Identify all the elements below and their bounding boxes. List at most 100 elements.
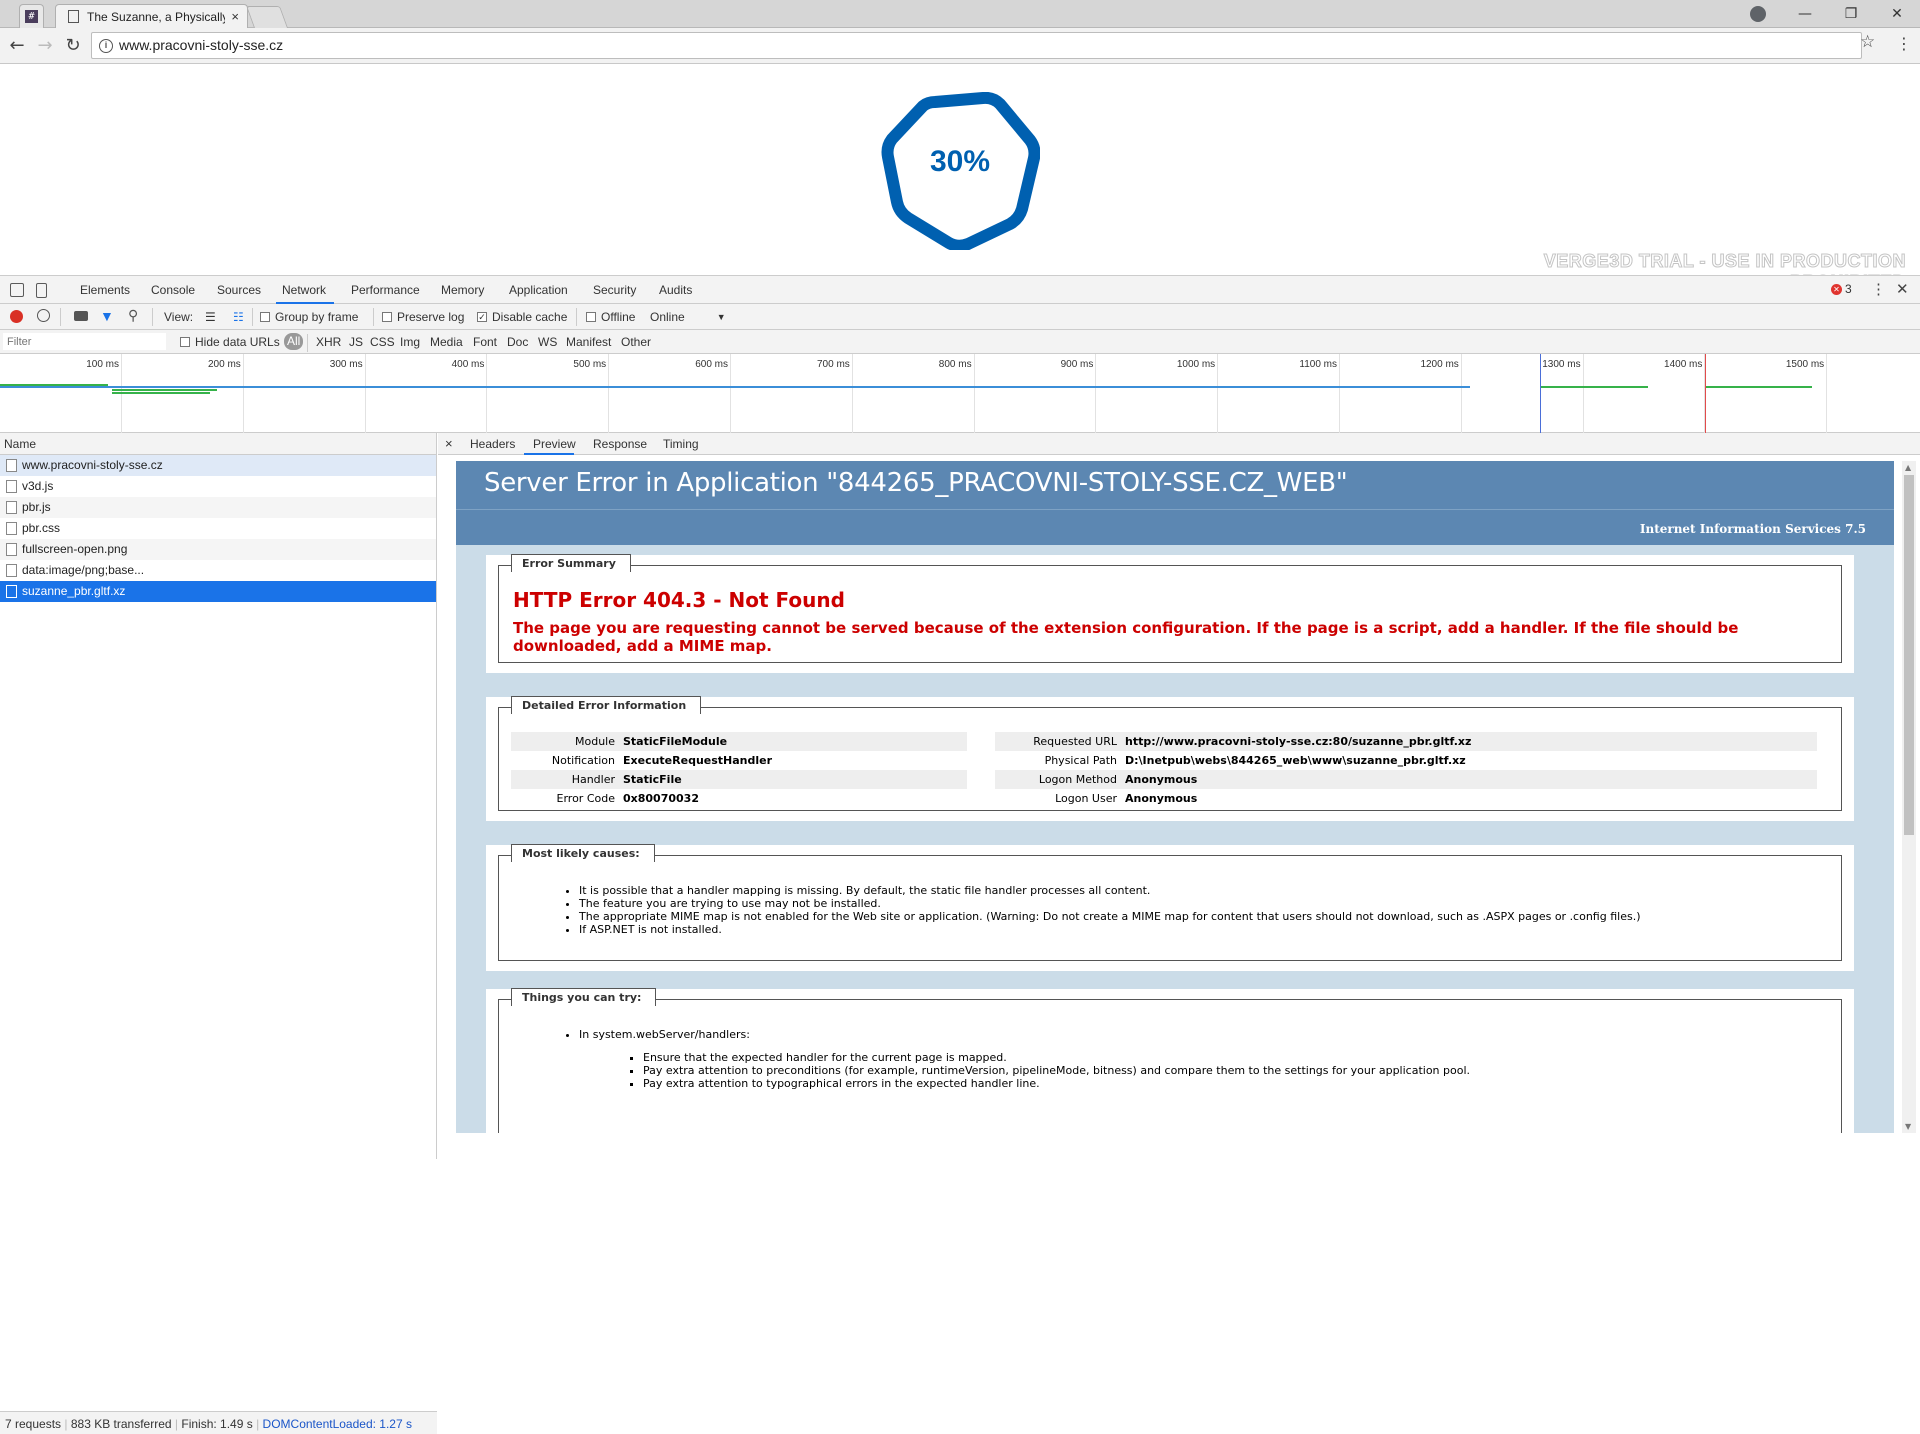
forward-icon[interactable]: →	[34, 35, 56, 57]
timeline-tick-label: 900 ms	[1060, 359, 1094, 370]
filter-img[interactable]: Img	[400, 335, 420, 349]
preserve-log-checkbox[interactable]: Preserve log	[382, 310, 464, 324]
info-row: Physical Path D:\Inetpub\webs\844265_web\…	[995, 751, 1817, 770]
list-view-icon[interactable]: ☰	[205, 310, 216, 324]
record-button[interactable]	[10, 310, 23, 323]
filter-input[interactable]	[3, 333, 166, 350]
request-row[interactable]: fullscreen-open.png	[0, 539, 436, 560]
scroll-thumb[interactable]	[1904, 475, 1914, 835]
chrome-menu-icon[interactable]: ⋮	[1896, 34, 1912, 53]
tab-memory[interactable]: Memory	[441, 283, 484, 297]
network-toolbar: ▼ ⚲ View: ☰ ☷ Group by frame Preserve lo…	[0, 304, 1920, 330]
profile-icon[interactable]	[1750, 6, 1766, 22]
request-row[interactable]: www.pracovni-stoly-sse.cz	[0, 455, 436, 476]
bookmark-star-icon[interactable]: ☆	[1860, 32, 1875, 52]
scroll-up-icon[interactable]: ▲	[1905, 463, 1911, 472]
info-icon[interactable]: i	[99, 39, 113, 53]
filter-ws[interactable]: WS	[538, 335, 557, 349]
request-row[interactable]: pbr.css	[0, 518, 436, 539]
network-overview-timeline[interactable]: 100 ms 200 ms 300 ms 400 ms 500 ms 600 ms 700 …	[0, 354, 1920, 433]
request-row[interactable]: suzanne_pbr.gltf.xz	[0, 581, 436, 602]
filter-media[interactable]: Media	[430, 335, 463, 349]
error-counter[interactable]: ✕ 3	[1831, 282, 1852, 296]
filter-font[interactable]: Font	[473, 335, 497, 349]
preserve-log-label: Preserve log	[397, 310, 465, 324]
timeline-tick-label: 1200 ms	[1420, 359, 1459, 370]
causes-legend: Most likely causes:	[511, 844, 655, 863]
timeline-tick-label: 800 ms	[938, 359, 972, 370]
clear-icon[interactable]	[37, 309, 50, 322]
finish-time: Finish: 1.49 s	[181, 1417, 253, 1431]
causes-box: Most likely causes: It is possible that …	[486, 844, 1854, 971]
filter-manifest[interactable]: Manifest	[566, 335, 611, 349]
tab-elements[interactable]: Elements	[80, 283, 130, 297]
back-icon[interactable]: ←	[6, 35, 28, 57]
filter-css[interactable]: CSS	[370, 335, 395, 349]
timeline-request-bar	[112, 389, 217, 391]
offline-checkbox[interactable]: Offline	[586, 310, 635, 324]
throttling-select[interactable]: Online ▼	[650, 310, 726, 324]
tab-sources[interactable]: Sources	[217, 283, 261, 297]
filter-icon[interactable]: ▼	[100, 308, 114, 324]
timeline-gridline	[1095, 354, 1097, 433]
filter-js[interactable]: JS	[349, 335, 363, 349]
waterfall-view-icon[interactable]: ☷	[233, 310, 244, 324]
disable-cache-checkbox[interactable]: ✓ Disable cache	[477, 310, 567, 324]
group-by-frame-label: Group by frame	[275, 310, 359, 324]
tab-timing[interactable]: Timing	[663, 437, 699, 451]
camera-icon[interactable]	[74, 311, 88, 321]
filter-all[interactable]: All	[284, 333, 304, 350]
try-box: Things you can try: In system.webServer/…	[486, 988, 1854, 1133]
info-value: ExecuteRequestHandler	[623, 754, 773, 767]
hide-data-urls-checkbox[interactable]: Hide data URLs	[180, 335, 280, 349]
cause-item: The feature you are trying to use may no…	[579, 897, 1641, 910]
pinned-tab[interactable]: #	[19, 4, 44, 28]
search-icon[interactable]: ⚲	[128, 307, 138, 324]
devtools-menu-icon[interactable]: ⋮	[1871, 280, 1886, 298]
inspect-element-icon[interactable]	[10, 283, 24, 297]
error-summary-box: Error Summary HTTP Error 404.3 - Not Fou…	[486, 554, 1854, 673]
request-count: 7 requests	[5, 1417, 62, 1431]
minimize-button[interactable]: —	[1782, 0, 1828, 28]
info-value: StaticFileModule	[623, 735, 728, 748]
active-tab[interactable]: The Suzanne, a Physically ×	[55, 4, 248, 28]
address-bar[interactable]: i www.pracovni-stoly-sse.cz	[91, 32, 1862, 59]
new-tab-button[interactable]	[245, 6, 289, 28]
info-row: Error Code 0x80070032	[511, 789, 967, 808]
preview-scrollbar[interactable]: ▲ ▼	[1902, 461, 1916, 1133]
url-text: www.pracovni-stoly-sse.cz	[119, 37, 284, 53]
group-by-frame-checkbox[interactable]: Group by frame	[260, 310, 358, 324]
scroll-down-icon[interactable]: ▼	[1905, 1122, 1911, 1131]
name-column-header[interactable]: Name	[0, 433, 436, 455]
filter-bar: Hide data URLs All XHR JS CSS Img Media …	[0, 330, 1920, 354]
filter-other[interactable]: Other	[621, 335, 651, 349]
devtools-close-icon[interactable]: ✕	[1896, 280, 1909, 298]
filter-xhr[interactable]: XHR	[316, 335, 341, 349]
request-row[interactable]: data:image/png;base...	[0, 560, 436, 581]
request-row[interactable]: pbr.js	[0, 497, 436, 518]
tab-close-icon[interactable]: ×	[231, 9, 239, 24]
detail-close-icon[interactable]: ×	[445, 436, 453, 451]
tab-audits[interactable]: Audits	[659, 283, 692, 297]
tab-security[interactable]: Security	[593, 283, 636, 297]
loader-percent: 30%	[929, 145, 991, 178]
tab-console[interactable]: Console	[151, 283, 195, 297]
tab-performance[interactable]: Performance	[351, 283, 420, 297]
tab-preview[interactable]: Preview	[533, 437, 576, 451]
tab-network[interactable]: Network	[282, 283, 326, 297]
tab-application[interactable]: Application	[509, 283, 568, 297]
timeline-tick-label: 1500 ms	[1785, 359, 1825, 370]
separator	[307, 334, 308, 352]
throttling-value: Online	[650, 310, 685, 324]
close-window-button[interactable]: ✕	[1874, 0, 1920, 28]
restore-button[interactable]: ❐	[1828, 0, 1874, 28]
filter-doc[interactable]: Doc	[507, 335, 528, 349]
request-row[interactable]: v3d.js	[0, 476, 436, 497]
reload-icon[interactable]: ↻	[62, 35, 84, 57]
device-toolbar-icon[interactable]	[36, 283, 47, 298]
timeline-tick-label: 400 ms	[451, 359, 485, 370]
tab-headers[interactable]: Headers	[470, 437, 515, 451]
timeline-request-bar	[112, 392, 210, 394]
tab-response[interactable]: Response	[593, 437, 647, 451]
timeline-gridline	[851, 354, 853, 433]
